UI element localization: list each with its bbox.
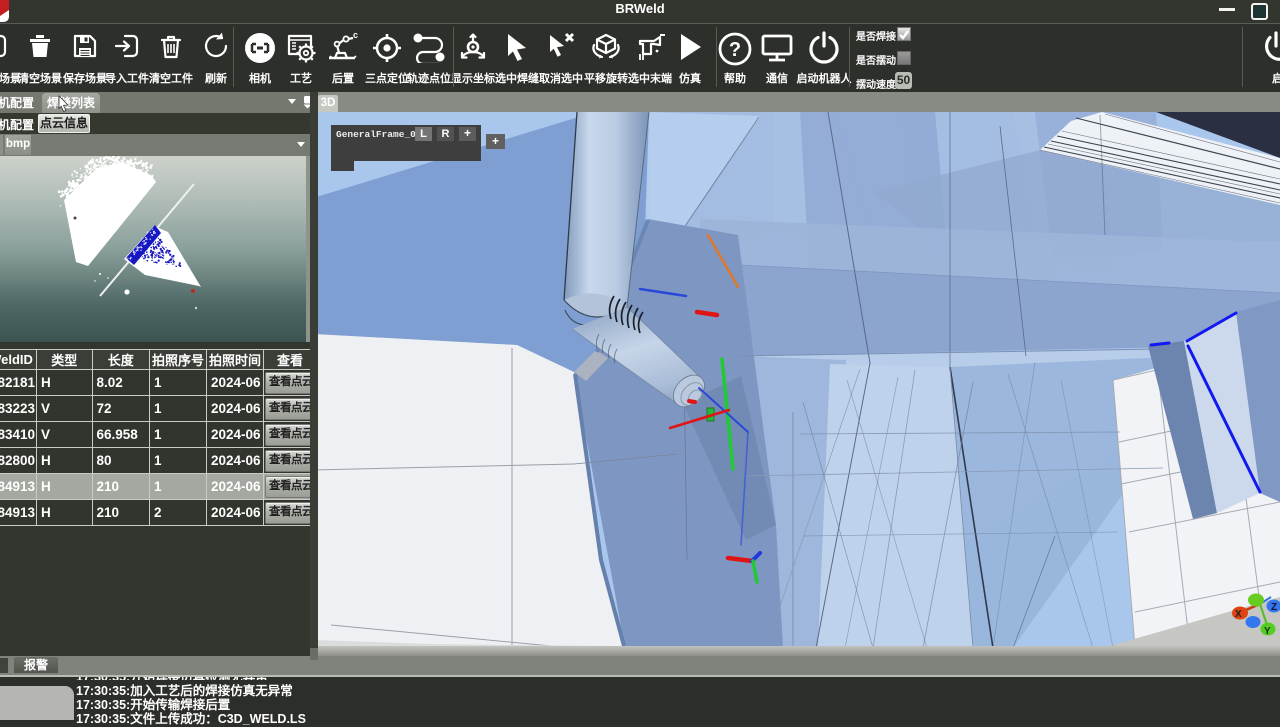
svg-text:Y: Y <box>1264 626 1271 637</box>
svg-text:Z: Z <box>1271 602 1277 613</box>
svg-text:X: X <box>1235 609 1242 620</box>
